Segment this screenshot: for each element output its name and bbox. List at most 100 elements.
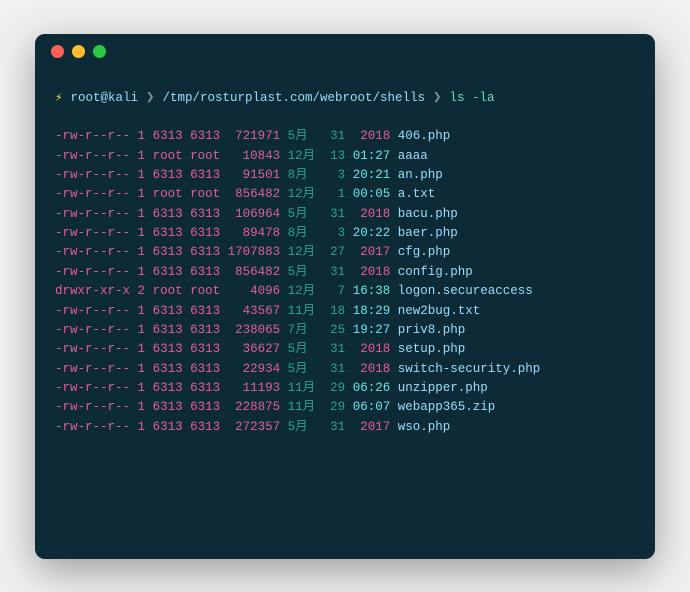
group: 6313: [190, 207, 220, 221]
month: 11月: [288, 381, 323, 395]
minimize-icon[interactable]: [72, 45, 85, 58]
month: 12月: [288, 149, 323, 163]
links: 1: [138, 226, 146, 240]
links: 1: [138, 245, 146, 259]
time-or-year: 20:22: [353, 226, 391, 240]
size: 10843: [228, 149, 281, 163]
month: 8月: [288, 226, 323, 240]
perms: -rw-r--r--: [55, 187, 130, 201]
perms: -rw-r--r--: [55, 323, 130, 337]
perms: -rw-r--r--: [55, 381, 130, 395]
month: 5月: [288, 420, 323, 434]
listing-row: -rw-r--r-- 1 6313 6313 228875 11月 29 06:…: [55, 398, 635, 417]
perms: -rw-r--r--: [55, 226, 130, 240]
links: 1: [138, 129, 146, 143]
month: 5月: [288, 129, 323, 143]
perms: -rw-r--r--: [55, 168, 130, 182]
group: root: [190, 284, 220, 298]
listing-row: -rw-r--r-- 1 root root 856482 12月 1 00:0…: [55, 185, 635, 204]
filename: logon.secureaccess: [398, 284, 533, 298]
day: 1: [323, 187, 346, 201]
size: 89478: [228, 226, 281, 240]
user: 6313: [153, 304, 183, 318]
filename: cfg.php: [398, 245, 451, 259]
group: 6313: [190, 420, 220, 434]
day: 13: [323, 149, 346, 163]
day: 31: [323, 207, 346, 221]
month: 5月: [288, 362, 323, 376]
day: 31: [323, 362, 346, 376]
user: 6313: [153, 245, 183, 259]
group: 6313: [190, 362, 220, 376]
links: 2: [138, 284, 146, 298]
filename: a.txt: [398, 187, 436, 201]
month: 5月: [288, 265, 323, 279]
perms: -rw-r--r--: [55, 304, 130, 318]
time-or-year: 2018: [353, 265, 391, 279]
perms: -rw-r--r--: [55, 362, 130, 376]
links: 1: [138, 187, 146, 201]
listing-row: -rw-r--r-- 1 root root 10843 12月 13 01:2…: [55, 147, 635, 166]
close-icon[interactable]: [51, 45, 64, 58]
size: 43567: [228, 304, 281, 318]
perms: drwxr-xr-x: [55, 284, 130, 298]
prompt-host: root@kali: [71, 89, 139, 108]
size: 11193: [228, 381, 281, 395]
time-or-year: 2017: [353, 420, 391, 434]
listing-row: -rw-r--r-- 1 6313 6313 272357 5月 31 2017…: [55, 418, 635, 437]
size: 856482: [228, 187, 281, 201]
day: 18: [323, 304, 346, 318]
filename: an.php: [398, 168, 443, 182]
group: 6313: [190, 129, 220, 143]
links: 1: [138, 362, 146, 376]
prompt-bolt-icon: ⚡: [55, 89, 63, 108]
size: 721971: [228, 129, 281, 143]
month: 7月: [288, 323, 323, 337]
prompt-separator-icon: ❯: [433, 88, 441, 110]
listing-row: -rw-r--r-- 1 6313 6313 91501 8月 3 20:21 …: [55, 166, 635, 185]
user: 6313: [153, 129, 183, 143]
perms: -rw-r--r--: [55, 207, 130, 221]
time-or-year: 2017: [353, 245, 391, 259]
filename: bacu.php: [398, 207, 458, 221]
group: 6313: [190, 245, 220, 259]
day: 7: [323, 284, 346, 298]
filename: webapp365.zip: [398, 400, 496, 414]
size: 272357: [228, 420, 281, 434]
month: 11月: [288, 400, 323, 414]
listing-row: -rw-r--r-- 1 6313 6313 238065 7月 25 19:2…: [55, 321, 635, 340]
month: 11月: [288, 304, 323, 318]
links: 1: [138, 323, 146, 337]
month: 8月: [288, 168, 323, 182]
month: 12月: [288, 187, 323, 201]
prompt-line: ⚡ root@kali ❯ /tmp/rosturplast.com/webro…: [55, 88, 635, 110]
perms: -rw-r--r--: [55, 420, 130, 434]
group: 6313: [190, 304, 220, 318]
filename: 406.php: [398, 129, 451, 143]
links: 1: [138, 400, 146, 414]
prompt-command: ls -la: [449, 89, 494, 108]
file-listing: -rw-r--r-- 1 6313 6313 721971 5月 31 2018…: [55, 127, 635, 437]
group: 6313: [190, 342, 220, 356]
listing-row: -rw-r--r-- 1 6313 6313 22934 5月 31 2018 …: [55, 360, 635, 379]
day: 31: [323, 420, 346, 434]
user: 6313: [153, 265, 183, 279]
group: 6313: [190, 400, 220, 414]
time-or-year: 2018: [353, 362, 391, 376]
month: 5月: [288, 207, 323, 221]
perms: -rw-r--r--: [55, 342, 130, 356]
terminal-body[interactable]: ⚡ root@kali ❯ /tmp/rosturplast.com/webro…: [35, 70, 655, 559]
user: 6313: [153, 207, 183, 221]
day: 3: [323, 168, 346, 182]
time-or-year: 20:21: [353, 168, 391, 182]
filename: config.php: [398, 265, 473, 279]
user: 6313: [153, 342, 183, 356]
links: 1: [138, 168, 146, 182]
maximize-icon[interactable]: [93, 45, 106, 58]
perms: -rw-r--r--: [55, 149, 130, 163]
filename: unzipper.php: [398, 381, 488, 395]
filename: wso.php: [398, 420, 451, 434]
links: 1: [138, 149, 146, 163]
user: 6313: [153, 323, 183, 337]
time-or-year: 06:07: [353, 400, 391, 414]
